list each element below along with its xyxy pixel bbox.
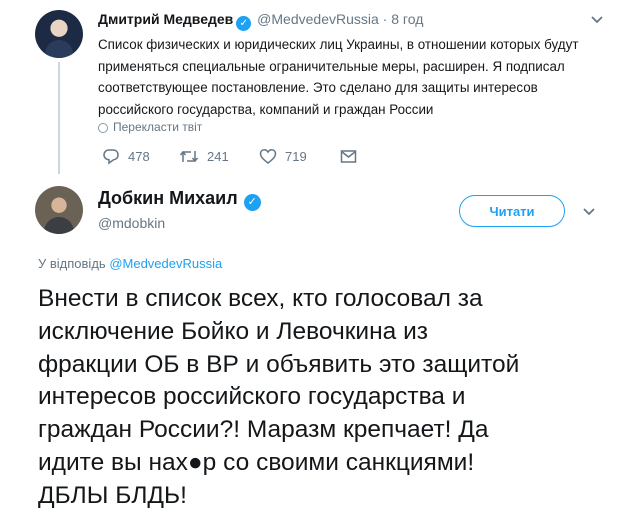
retweet-icon (179, 150, 199, 163)
direct-message-button[interactable] (340, 148, 365, 164)
chevron-down-icon[interactable] (591, 11, 603, 27)
reply-author-name-row: Добкин Михаил ✓ (98, 188, 263, 211)
globe-icon (98, 123, 108, 133)
parent-author-handle[interactable]: @MedvedevRussia (257, 11, 379, 27)
separator-dot: · (382, 11, 388, 27)
follow-button[interactable]: Читати (459, 195, 565, 227)
verified-icon: ✓ (236, 16, 252, 31)
chevron-down-icon[interactable] (583, 203, 595, 219)
parent-avatar[interactable] (35, 10, 83, 58)
parent-author-name[interactable]: Дмитрий Медведев (98, 11, 233, 27)
reply-button[interactable]: 478 (102, 148, 150, 165)
reply-author-handle[interactable]: @mdobkin (98, 215, 165, 231)
reply-author-name[interactable]: Добкин Михаил (98, 188, 238, 208)
reply-icon (103, 149, 119, 165)
like-icon (259, 149, 277, 164)
translate-tweet-link[interactable]: Перекласти твіт (98, 120, 202, 134)
parent-timestamp[interactable]: 8 год (391, 11, 423, 27)
retweet-button[interactable]: 241 (179, 148, 229, 165)
like-button[interactable]: 719 (259, 148, 307, 165)
reply-prefix: У відповідь (38, 256, 106, 271)
parent-tweet-text: Список физических и юридических лиц Укра… (98, 37, 579, 117)
replying-to: У відповідь @MedvedevRussia (38, 256, 222, 271)
reply-tweet-text: Внести в список всех, кто голосовал за и… (38, 285, 520, 509)
reply-mention-link[interactable]: @MedvedevRussia (109, 256, 222, 271)
verified-icon: ✓ (243, 194, 261, 211)
like-count: 719 (285, 149, 307, 164)
message-icon (340, 150, 357, 163)
translate-label: Перекласти твіт (113, 120, 203, 134)
retweet-count: 241 (207, 149, 229, 164)
thread-connector (58, 62, 60, 174)
parent-tweet-header: Дмитрий Медведев ✓ @MedvedevRussia · 8 го… (98, 11, 423, 31)
reply-avatar[interactable] (35, 186, 83, 234)
reply-count: 478 (128, 149, 150, 164)
